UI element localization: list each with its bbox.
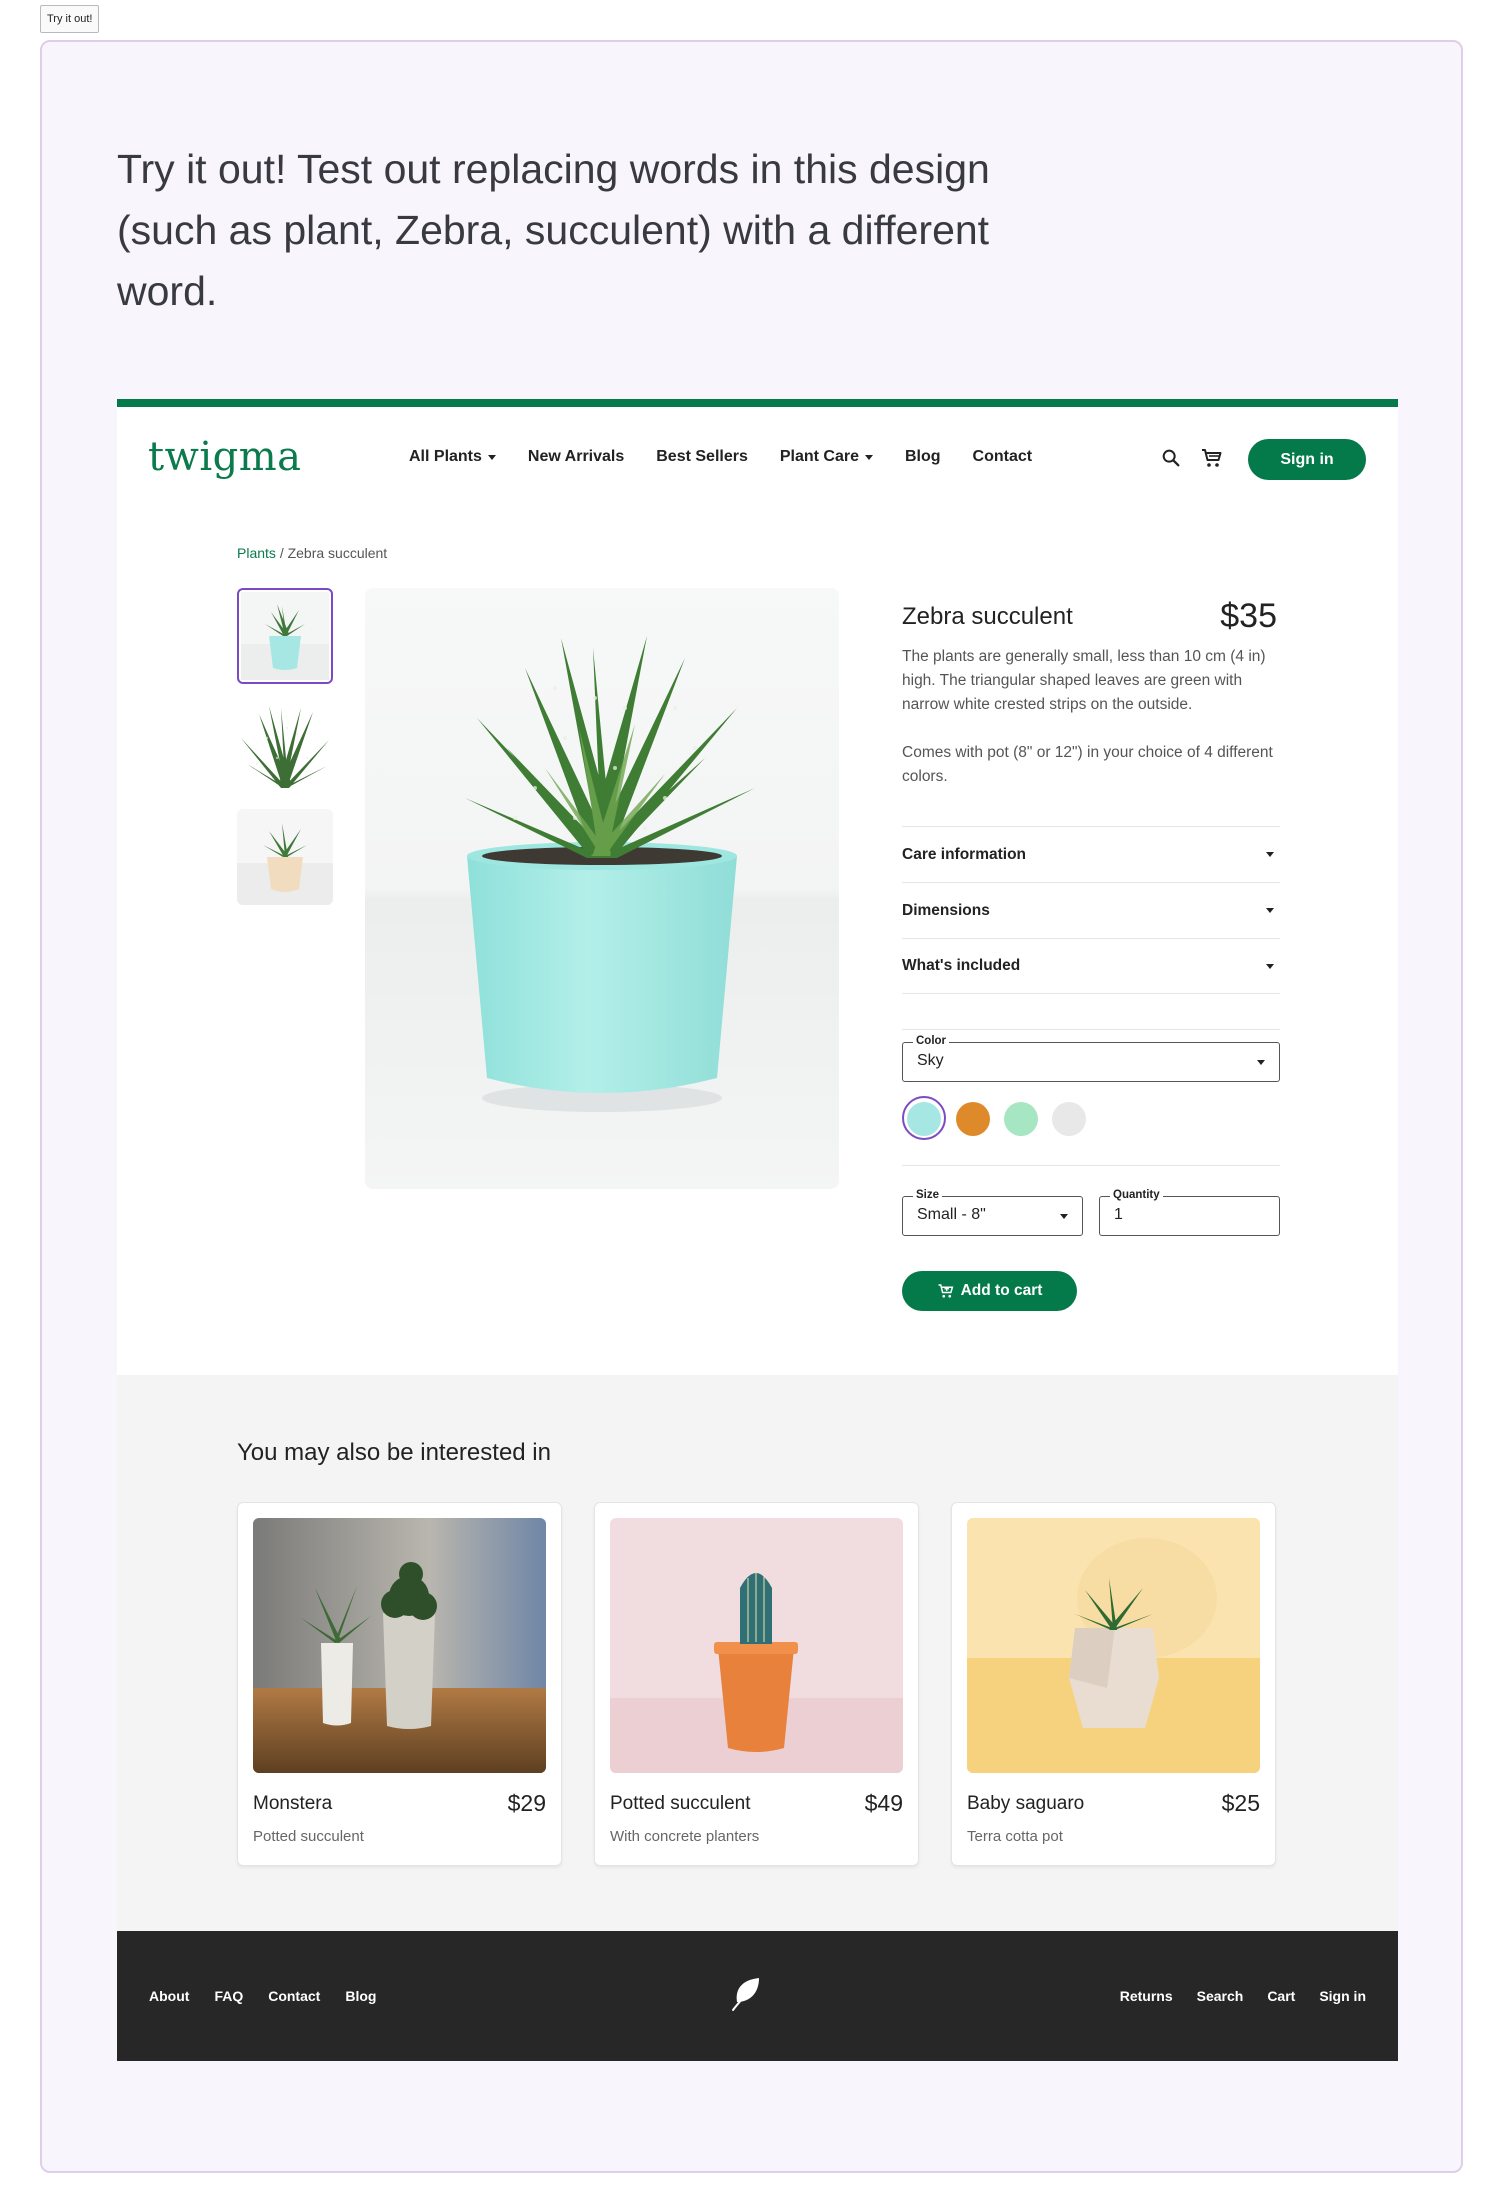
navbar: twigma All Plants New Arrivals Best Sell… (117, 407, 1398, 511)
swatch-mint[interactable] (1004, 1102, 1038, 1136)
try-it-out-tag[interactable]: Try it out! (40, 5, 100, 33)
sign-in-button[interactable]: Sign in (1248, 439, 1366, 480)
nav-label: Plant Care (779, 448, 859, 465)
color-select-label: Color (913, 1035, 950, 1047)
nav-all-plants[interactable]: All Plants (409, 448, 496, 466)
product-card-name: Potted succulent (610, 1793, 751, 1814)
nav-label: Best Sellers (656, 448, 748, 465)
chevron-down-icon (1266, 963, 1274, 969)
breadcrumb-current: Zebra succulent (287, 545, 388, 561)
product-main-image (365, 588, 839, 1189)
nav-blog[interactable]: Blog (905, 448, 941, 466)
footer-link-about[interactable]: About (149, 1988, 189, 2004)
product-card-subtitle: Terra cotta pot (967, 1828, 1063, 1845)
accordion-label: Dimensions (902, 901, 990, 919)
chevron-down-icon (1266, 852, 1274, 857)
size-select[interactable]: Size Small - 8" (902, 1189, 1083, 1236)
thumbnail-2[interactable] (237, 698, 333, 794)
nav-contact[interactable]: Contact (973, 448, 1033, 466)
quantity-input-value: 1 (1114, 1206, 1123, 1223)
accordion-label: Care information (902, 845, 1027, 863)
product-title: Zebra succulent (902, 603, 1073, 630)
breadcrumb-separator: / (279, 545, 284, 561)
footer-link-search[interactable]: Search (1197, 1988, 1244, 2004)
product-card-image (610, 1518, 903, 1773)
product-card[interactable]: Baby saguaro $25 Terra cotta pot (951, 1502, 1276, 1866)
size-select-label: Size (913, 1189, 943, 1201)
footer-link-sign-in[interactable]: Sign in (1319, 1988, 1366, 2004)
chevron-down-icon (865, 454, 873, 460)
chevron-down-icon (1266, 908, 1274, 913)
nav-label: All Plants (409, 448, 482, 465)
quantity-input[interactable]: Quantity 1 (1099, 1189, 1280, 1236)
related-products-section: You may also be interested in Monstera $… (117, 1375, 1398, 1931)
nav-label: Contact (972, 448, 1033, 465)
footer-link-faq[interactable]: FAQ (214, 1988, 243, 2004)
nav-label: Blog (905, 448, 941, 465)
footer-right-links: Returns Search Cart Sign in (1096, 1988, 1366, 2004)
swatch-gray[interactable] (1052, 1102, 1086, 1136)
store-design: twigma All Plants New Arrivals Best Sell… (117, 399, 1398, 2061)
product-price: $35 (1220, 597, 1277, 635)
footer-link-blog[interactable]: Blog (345, 1988, 376, 2004)
product-card-subtitle: Potted succulent (253, 1828, 364, 1845)
product-card[interactable]: Monstera $29 Potted succulent (237, 1502, 562, 1866)
leaf-icon[interactable] (731, 1976, 763, 2012)
product-card-image (253, 1518, 546, 1773)
nav-plant-care[interactable]: Plant Care (780, 448, 873, 466)
related-title: You may also be interested in (237, 1439, 551, 1466)
product-card-subtitle: With concrete planters (610, 1828, 760, 1845)
brand-logo[interactable]: twigma (148, 434, 302, 480)
product-card-price: $29 (507, 1790, 546, 1816)
chevron-down-icon (1257, 1060, 1265, 1065)
thumbnail-image (237, 809, 333, 905)
nav-label: New Arrivals (527, 448, 625, 465)
divider (902, 1165, 1280, 1166)
footer-link-contact[interactable]: Contact (268, 1988, 320, 2004)
swatch-sky[interactable] (907, 1102, 941, 1136)
color-select-value: Sky (917, 1052, 944, 1069)
product-description: The plants are generally small, less tha… (902, 648, 1266, 713)
breadcrumb: Plants / Zebra succulent (237, 545, 387, 561)
product-description-pot: Comes with pot (8" or 12") in your choic… (902, 744, 1273, 785)
search-icon[interactable] (1160, 447, 1182, 469)
add-to-cart-button[interactable]: Add to cart (902, 1271, 1077, 1311)
divider (902, 1029, 1280, 1030)
product-card[interactable]: Potted succulent $49 With concrete plant… (594, 1502, 919, 1866)
footer-left-links: About FAQ Contact Blog (149, 1988, 401, 2004)
nav-best-sellers[interactable]: Best Sellers (656, 448, 748, 466)
product-card-price: $49 (864, 1790, 903, 1816)
accordion-whats-included[interactable]: What's included (902, 938, 1280, 994)
nav-new-arrivals[interactable]: New Arrivals (528, 448, 624, 466)
cart-add-icon (938, 1284, 953, 1298)
product-card-name: Baby saguaro (967, 1793, 1085, 1814)
cart-icon[interactable] (1200, 446, 1224, 470)
add-to-cart-label: Add to cart (960, 1282, 1043, 1299)
thumbnail-3[interactable] (237, 809, 333, 905)
swatch-orange[interactable] (956, 1102, 990, 1136)
product-card-price: $25 (1221, 1790, 1260, 1816)
footer-link-cart[interactable]: Cart (1267, 1988, 1295, 2004)
breadcrumb-root-link[interactable]: Plants (237, 545, 276, 561)
product-accordion: Care information Dimensions What's inclu… (902, 826, 1280, 994)
accordion-care-information[interactable]: Care information (902, 826, 1280, 882)
footer-link-returns[interactable]: Returns (1120, 1988, 1173, 2004)
accordion-dimensions[interactable]: Dimensions (902, 882, 1280, 938)
main-menu: All Plants New Arrivals Best Sellers Pla… (409, 448, 1064, 466)
accent-bar (117, 399, 1398, 407)
thumbnail-image (237, 698, 333, 794)
product-card-name: Monstera (253, 1793, 333, 1814)
thumbnail-image (241, 592, 329, 680)
chevron-down-icon (1060, 1214, 1068, 1219)
quantity-input-label: Quantity (1110, 1189, 1163, 1201)
color-select[interactable]: Color Sky (902, 1035, 1280, 1082)
headline: Try it out! Test out replacing words in … (117, 146, 990, 314)
accordion-label: What's included (902, 957, 1021, 974)
size-select-value: Small - 8" (917, 1206, 986, 1223)
product-card-image (967, 1518, 1260, 1773)
thumbnail-1[interactable] (237, 588, 333, 684)
chevron-down-icon (487, 454, 496, 460)
footer: About FAQ Contact Blog Returns Search Ca… (117, 1931, 1398, 2061)
